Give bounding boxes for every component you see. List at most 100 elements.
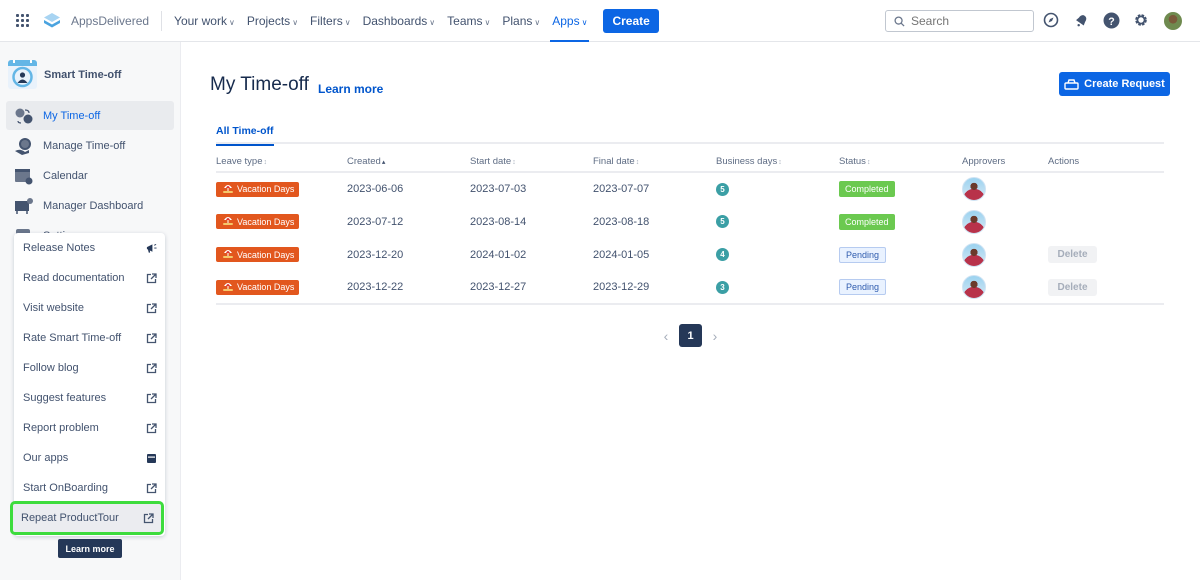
nav-item-teams[interactable]: Teams ∨ [441, 0, 496, 42]
menu-item-read-documentation[interactable]: Read documentation [14, 263, 165, 293]
nav-item-projects[interactable]: Projects ∨ [241, 0, 304, 42]
cell-leave-type: Vacation Days [216, 271, 347, 305]
cell-leave-type: Vacation Days [216, 205, 347, 238]
menu-item-release-notes[interactable]: Release Notes [14, 233, 165, 263]
svg-text:?: ? [1108, 15, 1114, 27]
umbrella-icon [222, 183, 237, 196]
pagination: ‹ 1 › [660, 324, 721, 347]
sidebar-item-my-time-off[interactable]: My Time-off [6, 101, 174, 130]
leave-type-badge: Vacation Days [216, 181, 300, 197]
tab-all-time-off[interactable]: All Time-off [216, 125, 274, 146]
chevron-down-icon: ∨ [534, 17, 541, 27]
help-icon[interactable]: ? [1102, 11, 1120, 29]
learn-more-link[interactable]: Learn more [318, 82, 383, 96]
column-header-business-days[interactable]: Business days↕ [716, 151, 839, 173]
chevron-down-icon: ∨ [429, 17, 436, 27]
table-row[interactable]: Vacation Days 2023-07-12 2023-08-14 2023-08… [216, 205, 1164, 238]
column-header-created[interactable]: Created▴ [347, 151, 470, 173]
leave-type-label: Vacation Days [237, 184, 295, 194]
menu-item-label: Repeat ProductTour [21, 512, 119, 524]
cell-business-days: 5 [716, 172, 839, 205]
briefcase-icon [1064, 78, 1079, 90]
cell-status: Pending [839, 271, 962, 305]
table-row[interactable]: Vacation Days 2023-12-22 2023-12-27 2023-12… [216, 271, 1164, 305]
menu-item-label: Start OnBoarding [23, 482, 108, 494]
create-request-label: Create Request [1084, 78, 1165, 90]
next-page-button[interactable]: › [709, 328, 721, 344]
menu-item-label: Rate Smart Time-off [23, 332, 122, 344]
cell-leave-type: Vacation Days [216, 172, 347, 205]
explore-icon[interactable] [1042, 11, 1060, 29]
column-header-start-date[interactable]: Start date↕ [470, 151, 593, 173]
column-header-leave-type[interactable]: Leave type↕ [216, 151, 347, 173]
manager-dashboard-icon [14, 197, 34, 215]
approver-avatar[interactable] [962, 242, 986, 267]
sidebar-item-calendar[interactable]: Calendar [6, 161, 174, 190]
sidebar-item-label: My Time-off [43, 109, 101, 122]
cell-approvers [962, 271, 1048, 305]
create-request-button[interactable]: Create Request [1059, 72, 1170, 96]
my-time-off-icon [14, 107, 34, 125]
column-header-approvers: Approvers [962, 151, 1048, 173]
cell-actions: Delete [1048, 271, 1164, 305]
settings-icon[interactable] [1132, 11, 1150, 29]
external-link-icon [146, 332, 157, 344]
leave-type-badge: Vacation Days [216, 214, 300, 229]
nav-item-your-work[interactable]: Your work ∨ [168, 0, 241, 42]
menu-item-our-apps[interactable]: Our apps [14, 443, 165, 473]
leave-type-badge: Vacation Days [216, 247, 300, 262]
sort-icon: ↕ [866, 158, 871, 166]
table-row[interactable]: Vacation Days 2023-06-06 2023-07-03 2023-07… [216, 172, 1164, 205]
nav-item-apps[interactable]: Apps ∨ [546, 0, 593, 42]
leave-type-badge: Vacation Days [216, 279, 300, 295]
menu-item-visit-website[interactable]: Visit website [14, 293, 165, 323]
search-box[interactable] [885, 10, 1034, 32]
menu-item-report-problem[interactable]: Report problem [14, 413, 165, 443]
sidebar-item-label: Calendar [43, 169, 88, 182]
menu-item-suggest-features[interactable]: Suggest features [14, 383, 165, 413]
menu-item-follow-blog[interactable]: Follow blog [14, 353, 165, 383]
cell-start-date: 2023-08-14 [470, 215, 527, 228]
app-switcher-icon[interactable] [16, 13, 30, 28]
cell-leave-type: Vacation Days [216, 238, 347, 271]
column-header-status[interactable]: Status↕ [839, 151, 962, 173]
create-button[interactable]: Create [603, 8, 659, 33]
nav-item-filters[interactable]: Filters ∨ [304, 0, 357, 42]
search-input[interactable] [911, 14, 1021, 28]
cell-business-days: 3 [716, 271, 839, 305]
chevron-down-icon: ∨ [484, 17, 491, 27]
umbrella-icon [222, 215, 237, 228]
cell-business-days: 5 [716, 205, 839, 238]
learn-more-button[interactable]: Learn more [58, 539, 122, 558]
table-row[interactable]: Vacation Days 2023-12-20 2024-01-02 2024-01… [216, 238, 1164, 271]
nav-item-dashboards[interactable]: Dashboards ∨ [357, 0, 442, 42]
delete-button[interactable]: Delete [1048, 278, 1097, 296]
nav-item-label: Projects [246, 13, 291, 28]
cell-final-date: 2023-12-29 [593, 271, 716, 305]
column-header-label: Actions [1048, 155, 1080, 167]
approver-avatar[interactable] [962, 177, 986, 201]
top-navigation: AppsDelivered Your work ∨ Projects ∨ Filters… [0, 0, 1200, 42]
menu-item-rate-smart-time-off[interactable]: Rate Smart Time-off [14, 323, 165, 353]
sidebar-item-manager-dashboard[interactable]: Manager Dashboard [6, 191, 174, 220]
sort-ascending-icon: ▴ [381, 158, 386, 166]
menu-item-start-onboarding[interactable]: Start OnBoarding [14, 473, 165, 503]
app-title: Smart Time-off [44, 68, 122, 81]
approver-avatar[interactable] [962, 275, 986, 299]
prev-page-button[interactable]: ‹ [660, 328, 672, 344]
page-button-current[interactable]: 1 [679, 324, 702, 347]
sidebar-item-manage-time-off[interactable]: Manage Time-off [6, 131, 174, 160]
jira-logo-icon[interactable] [42, 11, 62, 31]
profile-avatar[interactable] [1164, 12, 1182, 30]
approver-avatar[interactable] [962, 209, 986, 234]
nav-item-plans[interactable]: Plans ∨ [496, 0, 546, 42]
business-days-badge: 5 [716, 215, 729, 228]
notifications-icon[interactable] [1072, 11, 1090, 29]
site-brand[interactable]: AppsDelivered [71, 10, 163, 31]
delete-button[interactable]: Delete [1048, 246, 1097, 263]
menu-item-repeat-producttour[interactable]: Repeat ProductTour [10, 501, 164, 535]
column-header-final-date[interactable]: Final date↕ [593, 151, 716, 173]
search-icon [894, 15, 905, 27]
cell-final-date: 2024-01-05 [593, 248, 650, 261]
external-link-icon [146, 302, 157, 314]
